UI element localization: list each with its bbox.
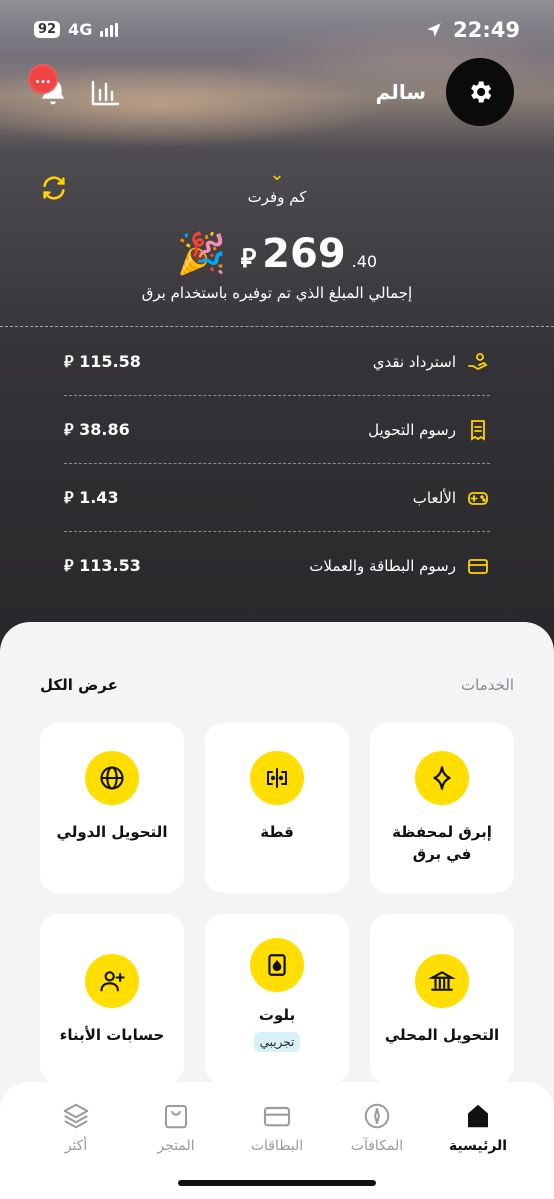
- party-popper-icon: 🎉: [176, 231, 227, 277]
- compass-icon: [361, 1100, 393, 1132]
- cashback-hand-icon: [466, 350, 490, 374]
- service-tile-local-transfer[interactable]: التحويل المحلي: [370, 914, 514, 1084]
- signal-icon: [100, 22, 119, 37]
- home-indicator: [178, 1180, 376, 1186]
- divider: [0, 326, 554, 327]
- battery-indicator: 92: [34, 21, 61, 38]
- add-person-icon: [85, 954, 139, 1008]
- savings-row-transfer-fees: ⃁ 38.86 رسوم التحويل: [64, 396, 490, 464]
- status-right: 22:49: [425, 18, 520, 42]
- location-arrow-icon: [427, 23, 441, 37]
- services-title: الخدمات: [460, 676, 514, 694]
- savings-card: ⌄ كم وفرت 🎉 ⃁ 269 .40 إجمالي المبلغ الذي…: [0, 156, 554, 656]
- service-tile-wallet-transfer[interactable]: إبرق لمحفظة في برق: [370, 723, 514, 893]
- card-icon: [261, 1100, 293, 1132]
- sparkle-icon: [415, 751, 469, 805]
- savings-toggle[interactable]: ⌄ كم وفرت: [0, 164, 554, 207]
- status-left: 92 4G: [34, 20, 119, 39]
- globe-icon: [85, 751, 139, 805]
- service-tile-label: التحويل الدولي: [56, 823, 168, 841]
- savings-breakdown: ⃁ 115.58 استرداد نقدي ⃁ 38.86 رسوم التحو…: [64, 328, 490, 600]
- bank-icon: [415, 954, 469, 1008]
- service-tile-label: حسابات الأبناء: [59, 1026, 165, 1044]
- service-tile-label: قطة: [260, 823, 294, 841]
- username: سالم: [375, 80, 426, 104]
- savings-amount: ⃁ 115.58: [64, 351, 141, 371]
- notification-badge: ...: [28, 64, 58, 94]
- receipt-icon: [466, 418, 490, 442]
- gear-icon: [471, 81, 492, 103]
- savings-description: إجمالي المبلغ الذي تم توفيره باستخدام بر…: [141, 284, 413, 302]
- total-integer: 269: [262, 231, 346, 277]
- savings-amount: ⃁ 38.86: [64, 419, 130, 439]
- stats-button[interactable]: [90, 78, 120, 108]
- gamepad-icon: [466, 486, 490, 510]
- savings-row-card-fees: ⃁ 113.53 رسوم البطاقة والعملات: [64, 532, 490, 600]
- network-type: 4G: [68, 20, 93, 39]
- savings-amount: ⃁ 1.43: [64, 487, 119, 507]
- playing-card-icon: [250, 938, 304, 992]
- beta-tag: تجريبي: [253, 1032, 301, 1052]
- service-tile-kids-accounts[interactable]: حسابات الأبناء: [40, 914, 184, 1084]
- savings-toggle-label: كم وفرت: [247, 188, 307, 206]
- savings-row-games: ⃁ 1.43 الألعاب: [64, 464, 490, 532]
- savings-total: 🎉 ⃁ 269 .40: [0, 230, 554, 277]
- home-icon: [462, 1100, 494, 1132]
- layers-icon: [60, 1100, 92, 1132]
- top-bar: سالم ...: [0, 56, 554, 126]
- total-decimal: .40: [351, 252, 378, 271]
- savings-label: الألعاب: [413, 486, 490, 510]
- settings-button[interactable]: [446, 58, 514, 126]
- tab-store[interactable]: المتجر: [126, 1100, 226, 1154]
- tab-home[interactable]: الرئيسية: [428, 1100, 528, 1154]
- tab-rewards[interactable]: المكافآت: [327, 1100, 427, 1154]
- bar-chart-icon: [91, 80, 120, 106]
- savings-label: رسوم التحويل: [368, 418, 490, 442]
- split-icon: [250, 751, 304, 805]
- service-tile-label: إبرق لمحفظة في برق: [392, 823, 492, 863]
- savings-label: رسوم البطاقة والعملات: [309, 554, 490, 578]
- tab-cards[interactable]: البطاقات: [227, 1100, 327, 1154]
- savings-amount: ⃁ 113.53: [64, 556, 141, 575]
- shopping-bag-icon: [160, 1100, 192, 1132]
- service-tile-baloot[interactable]: بلوت تجريبي: [205, 914, 349, 1084]
- service-tile-label: بلوت: [258, 1006, 296, 1024]
- card-icon: [466, 554, 490, 578]
- status-time: 22:49: [453, 18, 520, 42]
- service-tile-split[interactable]: قطة: [205, 723, 349, 893]
- savings-label: استرداد نقدي: [373, 350, 490, 374]
- savings-row-cashback: ⃁ 115.58 استرداد نقدي: [64, 328, 490, 396]
- service-tile-label: التحويل المحلي: [384, 1026, 500, 1044]
- service-tile-international[interactable]: التحويل الدولي: [40, 723, 184, 893]
- chevron-down-icon: ⌄: [269, 164, 285, 185]
- view-all-link[interactable]: عرض الكل: [40, 676, 118, 694]
- status-bar: 92 4G 22:49: [0, 0, 554, 60]
- currency-symbol: ⃁: [240, 244, 257, 274]
- tab-more[interactable]: أكثر: [26, 1100, 126, 1154]
